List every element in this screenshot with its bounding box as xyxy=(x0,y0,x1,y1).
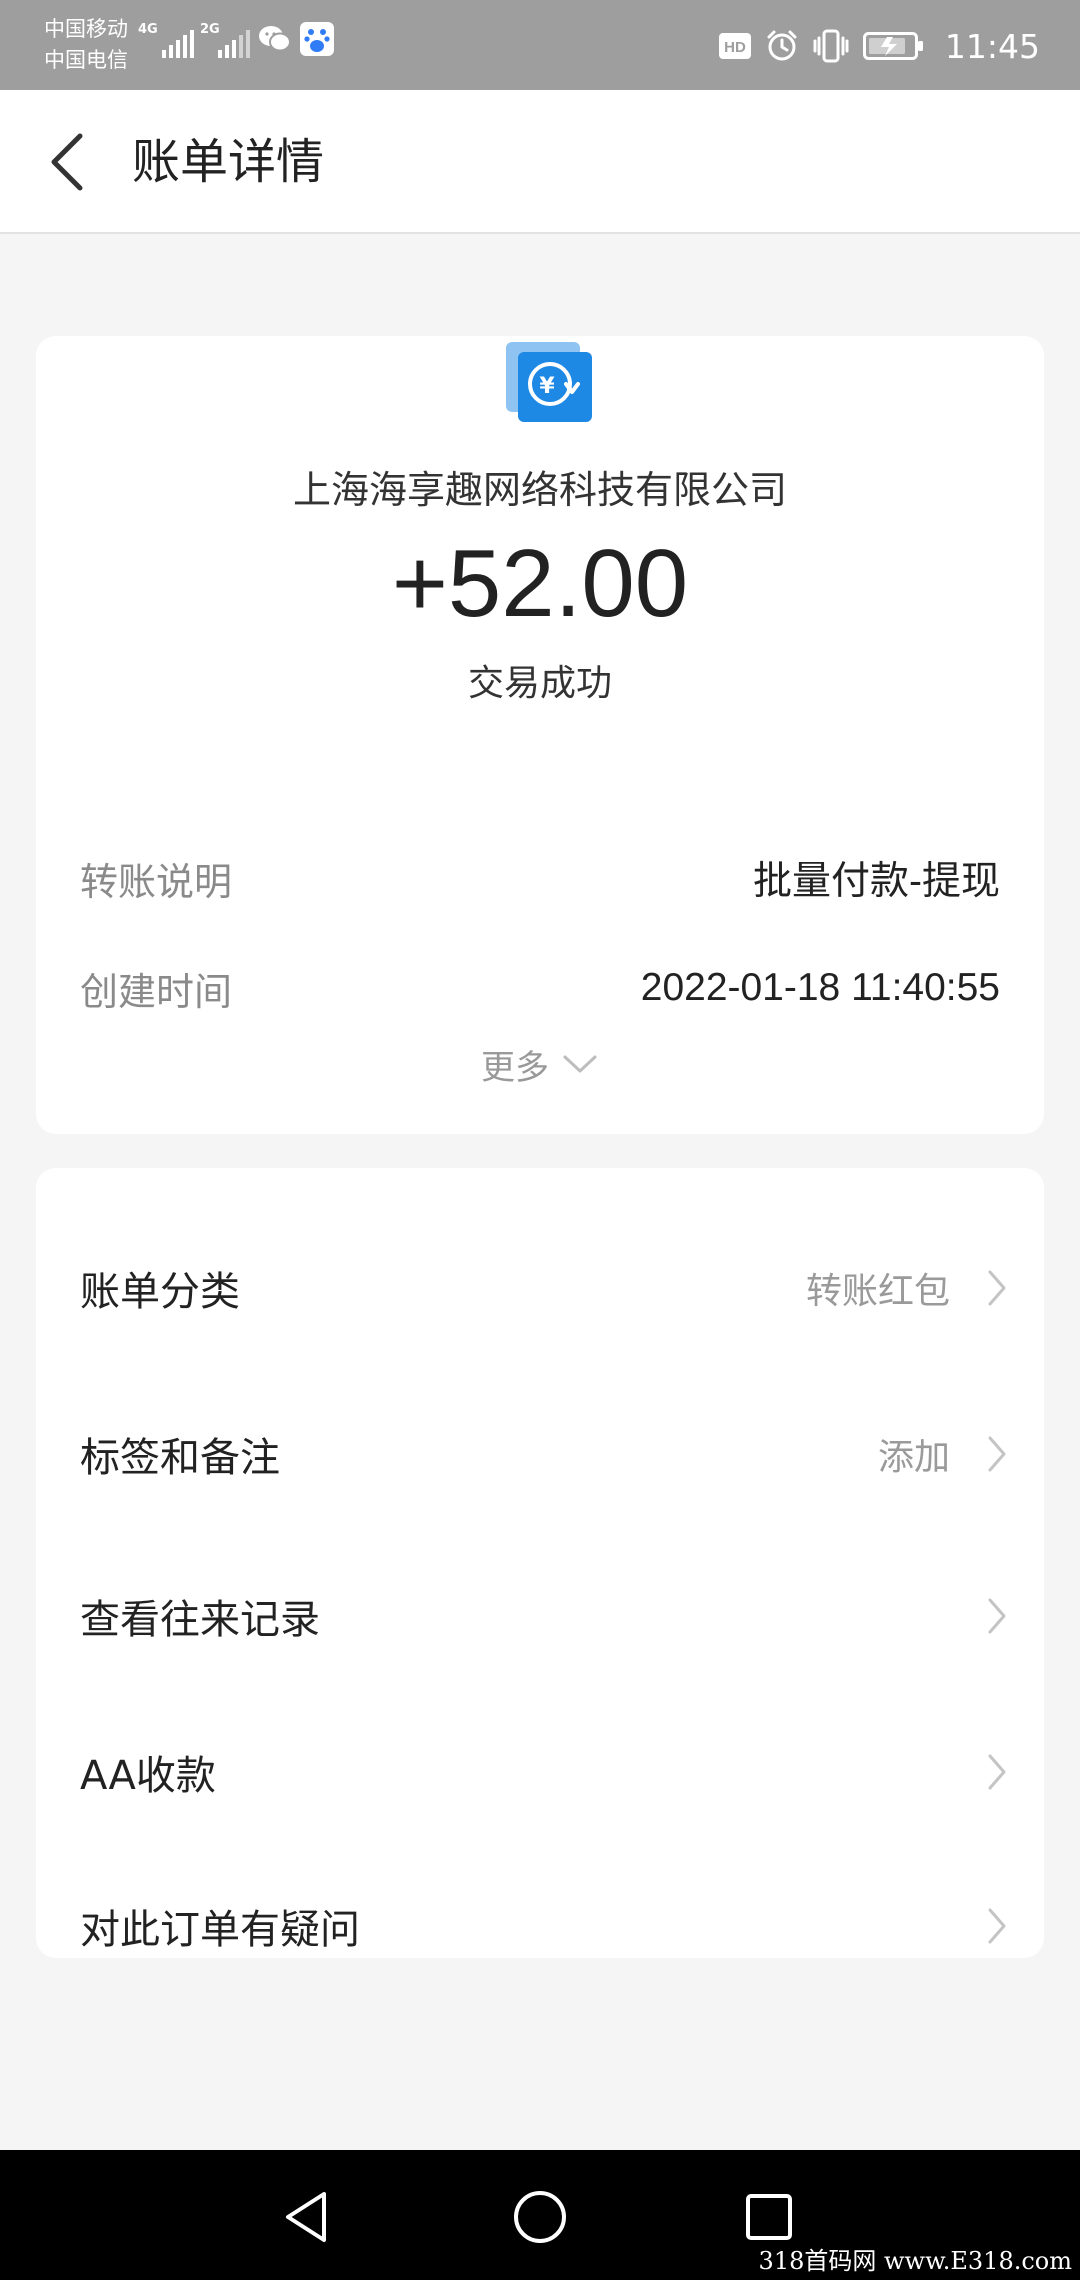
transaction-status: 交易成功 xyxy=(467,663,612,704)
chevron-right-icon xyxy=(988,1270,1006,1306)
circle-home-icon xyxy=(514,2191,566,2243)
alarm-icon xyxy=(767,30,797,61)
page-title: 账单详情 xyxy=(132,134,325,190)
list-item-label: 标签和备注 xyxy=(80,1435,280,1481)
more-label: 更多 xyxy=(481,1047,549,1088)
detail-row-transfer-note: 转账说明 批量付款-提现 xyxy=(80,850,1000,906)
battery-icon xyxy=(862,32,923,60)
list-item-value: 转账红包 xyxy=(805,1271,950,1312)
app-header: 账单详情 xyxy=(0,90,1080,234)
bill-summary-card: ¥ 上海海享趣网络科技有限公司 +52.00 交易成功 转账说明 批量付款-提现… xyxy=(36,336,1044,1134)
svg-text:¥: ¥ xyxy=(539,374,555,399)
list-item-label: 对此订单有疑问 xyxy=(80,1907,360,1953)
hd-badge: HD xyxy=(724,39,746,56)
list-item-value: 添加 xyxy=(877,1437,950,1478)
transaction-amount: +52.00 xyxy=(391,530,689,637)
triangle-back-icon xyxy=(286,2192,326,2242)
chevron-right-icon xyxy=(988,1908,1006,1944)
vibrate-icon xyxy=(813,29,849,63)
more-button[interactable]: 更多 xyxy=(36,1036,1044,1092)
chevron-right-icon xyxy=(988,1436,1006,1472)
signal-bars-1-icon xyxy=(162,28,194,58)
list-item-label: 账单分类 xyxy=(80,1269,240,1315)
hd-icon: HD xyxy=(718,33,751,59)
wechat-icon xyxy=(258,24,292,58)
transfer-icon: ¥ xyxy=(488,326,600,426)
watermark: 318首码网 www.E318.com xyxy=(758,2247,1072,2275)
detail-value: 批量付款-提现 xyxy=(753,860,1000,903)
carrier-1: 中国移动 xyxy=(44,17,128,41)
nav-back-button[interactable] xyxy=(272,2182,342,2252)
chevron-right-icon xyxy=(988,1754,1006,1790)
detail-row-created-time: 创建时间 2022-01-18 11:40:55 xyxy=(80,960,1000,1016)
list-item-bill-category[interactable]: 账单分类 转账红包 xyxy=(80,1248,1008,1328)
network-type-1: 4G xyxy=(138,22,158,37)
square-recents-icon xyxy=(746,2194,792,2240)
payee-name: 上海海享趣网络科技有限公司 xyxy=(292,468,787,512)
list-item-order-question[interactable]: 对此订单有疑问 xyxy=(80,1886,1008,1966)
baidu-icon xyxy=(300,22,334,64)
system-nav-bar: 318首码网 www.E318.com xyxy=(0,2150,1080,2280)
chevron-right-icon xyxy=(988,1598,1006,1634)
list-item-transaction-history[interactable]: 查看往来记录 xyxy=(80,1576,1008,1656)
nav-home-button[interactable] xyxy=(505,2182,575,2252)
detail-label: 创建时间 xyxy=(80,969,233,1014)
clock-time: 11:45 xyxy=(944,26,1040,66)
status-icons: HD 11:45 xyxy=(718,20,1040,72)
detail-label: 转账说明 xyxy=(80,859,233,904)
carrier-2: 中国电信 xyxy=(44,48,128,72)
actions-card: 账单分类 转账红包 标签和备注 添加 查看往来记录 AA收款 对此订单有疑问 xyxy=(36,1168,1044,1958)
detail-value: 2022-01-18 11:40:55 xyxy=(640,966,1000,1009)
chevron-left-icon xyxy=(51,133,83,191)
list-item-aa-collection[interactable]: AA收款 xyxy=(80,1732,1008,1812)
list-item-label: 查看往来记录 xyxy=(80,1597,320,1643)
carrier-info: 中国移动 中国电信 xyxy=(44,14,128,76)
back-button[interactable] xyxy=(38,126,98,198)
list-item-label: AA收款 xyxy=(80,1753,216,1799)
nav-recents-button[interactable] xyxy=(734,2182,804,2252)
status-bar: 中国移动 中国电信 4G 2G HD 11:45 xyxy=(0,0,1080,90)
network-type-2: 2G xyxy=(200,22,220,37)
chevron-down-icon xyxy=(563,1055,597,1073)
list-item-tags-notes[interactable]: 标签和备注 添加 xyxy=(80,1414,1008,1494)
signal-bars-2-icon xyxy=(218,28,250,58)
